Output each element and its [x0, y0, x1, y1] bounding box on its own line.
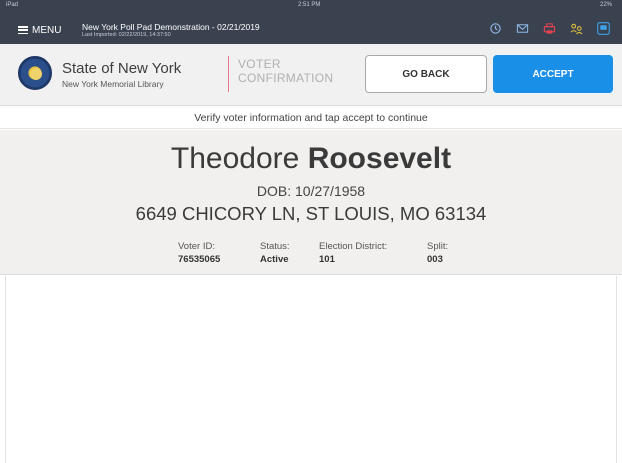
state-seal-logo — [18, 56, 52, 90]
voter-id-value: 76535065 — [178, 254, 221, 265]
split-field: Split: 003 — [427, 241, 448, 265]
page-title: VOTER CONFIRMATION — [238, 57, 348, 85]
empty-content-area — [0, 276, 622, 463]
election-district-label: Election District: — [319, 241, 388, 252]
split-value: 003 — [427, 254, 443, 265]
app-top-bar: iPad 2:51 PM 22% MENU New York Poll Pad … — [0, 0, 622, 44]
go-back-button[interactable]: GO BACK — [365, 55, 487, 93]
org-subtitle: New York Memorial Library — [62, 79, 164, 89]
frame-border-right — [616, 276, 617, 463]
org-name: State of New York — [62, 60, 182, 77]
voter-last-name: Roosevelt — [307, 142, 452, 175]
dob-value: 10/27/1958 — [295, 183, 366, 199]
header-divider — [228, 56, 229, 92]
users-icon[interactable] — [570, 22, 583, 35]
voter-name: Theodore Roosevelt — [0, 142, 622, 176]
voter-id-label: Voter ID: — [178, 241, 215, 252]
status-label: Status: — [260, 241, 290, 252]
status-time: 2:51 PM — [298, 2, 321, 8]
instruction-text: Verify voter information and tap accept … — [0, 107, 622, 129]
voter-first-name: Theodore — [170, 142, 300, 175]
status-value: Active — [260, 254, 289, 265]
status-field: Status: Active — [260, 241, 290, 265]
menu-label: MENU — [32, 24, 62, 36]
page-title-line1: VOTER — [238, 57, 281, 71]
top-icon-group — [489, 22, 610, 35]
voter-address: 6649 CHICORY LN, ST LOUIS, MO 63134 — [135, 203, 487, 224]
mail-icon[interactable] — [516, 22, 529, 35]
status-battery: 22% — [599, 2, 612, 8]
printer-icon[interactable] — [543, 22, 556, 35]
chat-icon[interactable] — [597, 22, 610, 35]
page-header: State of New York New York Memorial Libr… — [0, 44, 622, 106]
voter-dob: DOB: 10/27/1958 — [0, 183, 622, 199]
voter-info-panel: Theodore Roosevelt DOB: 10/27/1958 6649 … — [0, 130, 622, 275]
menu-button[interactable]: MENU — [18, 22, 61, 38]
history-icon[interactable] — [489, 22, 502, 35]
page-title-line2: CONFIRMATION — [238, 71, 334, 85]
dob-label: DOB: — [256, 183, 292, 199]
last-imported: Last Imported: 02/22/2019, 14:37:50 — [82, 32, 171, 38]
election-district-field: Election District: 101 — [319, 241, 387, 265]
status-device: iPad — [6, 2, 19, 8]
voter-details: Voter ID: 76535065 Status: Active Electi… — [0, 241, 622, 271]
split-label: Split: — [427, 241, 449, 252]
accept-button[interactable]: ACCEPT — [493, 55, 613, 93]
frame-border-left — [5, 276, 6, 463]
app-title: New York Poll Pad Demonstration - 02/21/… — [82, 22, 260, 32]
voter-id-field: Voter ID: 76535065 — [178, 241, 220, 265]
election-district-value: 101 — [319, 254, 335, 265]
hamburger-icon — [18, 26, 28, 34]
